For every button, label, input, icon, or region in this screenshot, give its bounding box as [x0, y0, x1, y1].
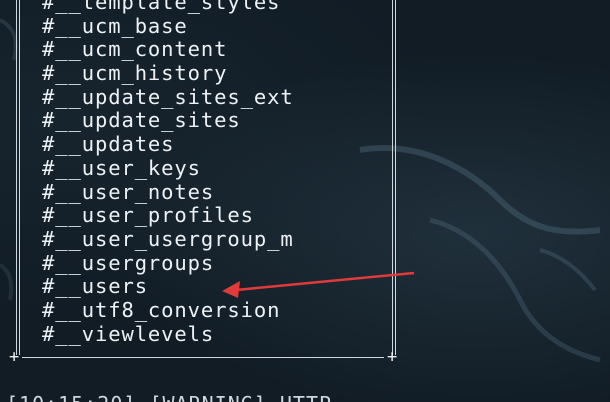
table-border-right — [392, 0, 393, 355]
table-row: #__user_notes — [42, 179, 215, 204]
terminal-window[interactable]: #__template_styles #__ucm_base #__ucm_co… — [0, 0, 610, 402]
table-border-right-inner — [395, 0, 396, 355]
table-border-left — [16, 0, 17, 355]
table-row: #__template_styles — [42, 0, 281, 14]
table-row: #__utf8_conversion — [42, 297, 281, 322]
table-corner-left: + — [9, 347, 20, 367]
table-corner-right: + — [387, 347, 398, 367]
table-row: #__usergroups — [42, 250, 215, 275]
table-row: #__user_usergroup_m — [42, 226, 294, 251]
table-border-bottom — [22, 357, 384, 358]
table-row: #__user_profiles — [42, 203, 254, 228]
table-row: #__ucm_content — [42, 37, 228, 62]
table-row: #__ucm_history — [42, 61, 228, 86]
table-row: #__user_keys — [42, 155, 201, 180]
table-row: #__update_sites_ext — [42, 84, 294, 109]
table-row: #__viewlevels — [42, 321, 215, 346]
table-border-left-inner — [19, 0, 20, 355]
table-row: #__update_sites — [42, 108, 241, 133]
log-line-partial: [10:15:20] [WARNING] HTTP — [6, 392, 332, 402]
table-row-users: #__users — [42, 274, 148, 299]
table-list: #__template_styles #__ucm_base #__ucm_co… — [42, 0, 294, 346]
table-row: #__updates — [42, 132, 175, 157]
table-row: #__ucm_base — [42, 13, 188, 38]
